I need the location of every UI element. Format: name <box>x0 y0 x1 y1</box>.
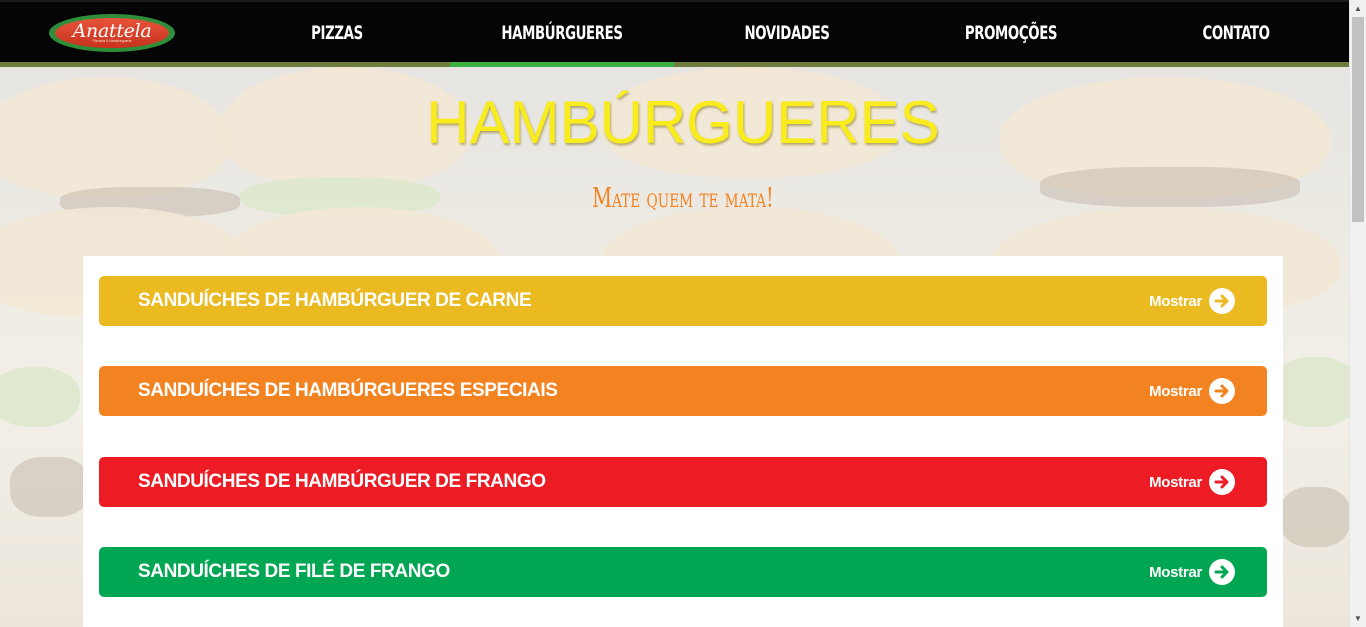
nav-item-novidades[interactable]: NOVIDADES <box>713 2 861 64</box>
category-hamburguer-carne[interactable]: SANDUÍCHES DE HAMBÚRGUER DE CARNE Mostra… <box>99 276 1267 326</box>
category-hamburgueres-especiais[interactable]: SANDUÍCHES DE HAMBÚRGUERES ESPECIAIS Mos… <box>99 366 1267 416</box>
nav-item-hamburgueres[interactable]: HAMBÚRGUERES <box>475 2 650 64</box>
arrow-right-circle-icon <box>1209 378 1235 404</box>
navbar-divider <box>0 62 1349 67</box>
category-title: SANDUÍCHES DE FILÉ DE FRANGO <box>138 561 450 582</box>
arrow-right-circle-icon <box>1209 469 1235 495</box>
category-title: SANDUÍCHES DE HAMBÚRGUER DE CARNE <box>138 290 532 311</box>
category-file-frango[interactable]: SANDUÍCHES DE FILÉ DE FRANGO Mostrar <box>99 547 1267 597</box>
nav-item-pizzas[interactable]: PIZZAS <box>279 2 396 64</box>
category-title: SANDUÍCHES DE HAMBÚRGUER DE FRANGO <box>138 471 546 492</box>
show-button[interactable]: Mostrar <box>1149 288 1235 314</box>
arrow-right-circle-icon <box>1209 288 1235 314</box>
scroll-down-icon[interactable]: ▼ <box>1350 610 1366 627</box>
top-navbar: Anattela Pizzaria & Hamburgueria PIZZAS … <box>0 0 1349 62</box>
show-label: Mostrar <box>1149 382 1202 400</box>
nav-item-promocoes[interactable]: PROMOÇÕES <box>938 2 1083 64</box>
page-title: HAMBÚRGUERES <box>426 89 940 156</box>
show-button[interactable]: Mostrar <box>1149 469 1235 495</box>
page-tagline: Mate quem te mata! <box>592 183 774 214</box>
scroll-up-icon[interactable]: ▲ <box>1350 0 1366 17</box>
show-button[interactable]: Mostrar <box>1149 559 1235 585</box>
category-hamburguer-frango[interactable]: SANDUÍCHES DE HAMBÚRGUER DE FRANGO Mostr… <box>99 457 1267 507</box>
show-label: Mostrar <box>1149 473 1202 491</box>
category-title: SANDUÍCHES DE HAMBÚRGUERES ESPECIAIS <box>138 380 558 401</box>
active-tab-indicator <box>450 62 674 67</box>
scrollbar-thumb[interactable] <box>1352 17 1364 222</box>
page-viewport: HAMBÚRGUERES Mate quem te mata! Anattela… <box>0 0 1349 627</box>
logo-badge: Anattela Pizzaria & Hamburgueria <box>55 18 169 48</box>
logo-subtext: Pizzaria & Hamburgueria <box>92 39 132 43</box>
show-button[interactable]: Mostrar <box>1149 378 1235 404</box>
nav-item-contato[interactable]: CONTATO <box>1181 2 1290 64</box>
show-label: Mostrar <box>1149 292 1202 310</box>
arrow-right-circle-icon <box>1209 559 1235 585</box>
show-label: Mostrar <box>1149 563 1202 581</box>
menu-categories-panel: SANDUÍCHES DE HAMBÚRGUER DE CARNE Mostra… <box>83 256 1283 627</box>
brand-logo[interactable]: Anattela Pizzaria & Hamburgueria <box>49 14 175 52</box>
vertical-scrollbar[interactable]: ▲ ▼ <box>1349 0 1366 627</box>
